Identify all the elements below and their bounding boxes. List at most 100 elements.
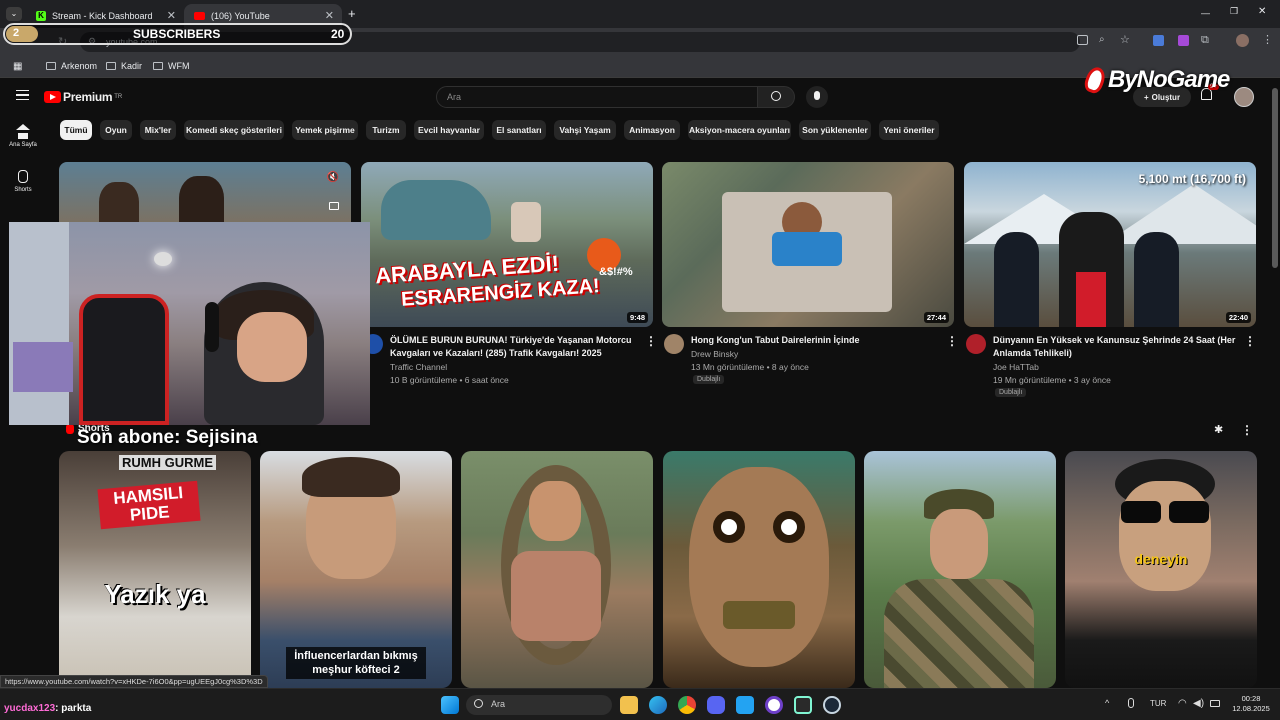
bookmark-label: WFM	[168, 61, 190, 71]
subscriber-goal-bar: 2 SUBSCRIBERS 20	[3, 23, 352, 45]
short-thumbnail[interactable]: deneyin	[1065, 451, 1257, 688]
video-meta: 13 Mn görüntüleme • 8 ay önce	[691, 362, 809, 372]
video-menu-icon[interactable]: ⋮	[1244, 334, 1256, 348]
channel-name[interactable]: Joe HaTTab	[993, 361, 1039, 374]
github-icon[interactable]	[765, 696, 783, 714]
video-meta: 10 B görüntüleme • 6 saat önce	[390, 375, 509, 385]
clock[interactable]: 00:28 12.08.2025	[1230, 694, 1272, 714]
filter-chip[interactable]: Oyun	[100, 120, 132, 140]
discord-icon[interactable]	[707, 696, 725, 714]
file-explorer-icon[interactable]	[620, 696, 638, 714]
filter-chip[interactable]: Aksiyon-macera oyunları	[688, 120, 791, 140]
browser-menu-icon[interactable]: ⋮	[1262, 33, 1273, 46]
profile-avatar[interactable]	[1236, 34, 1249, 47]
mute-icon[interactable]: 🔇	[327, 172, 339, 183]
bookmark-star-icon[interactable]: ☆	[1120, 33, 1130, 46]
vscode-icon[interactable]	[736, 696, 754, 714]
account-avatar[interactable]	[1234, 87, 1254, 107]
windows-start-icon[interactable]	[441, 696, 459, 714]
close-icon[interactable]: ✕	[325, 9, 334, 22]
short-banner: HAMSILI PIDE	[97, 480, 201, 530]
zoom-icon[interactable]: ⌕	[1099, 34, 1105, 45]
steam-icon[interactable]	[823, 696, 841, 714]
bookmark-kadir[interactable]: Kadir	[106, 61, 142, 71]
bookmark-arkenom[interactable]: Arkenom	[46, 61, 97, 71]
video-thumbnail[interactable]: 5,100 mt (16,700 ft) 22:40	[964, 162, 1256, 327]
filter-chip[interactable]: Son yüklenenler	[799, 120, 871, 140]
install-icon[interactable]	[1077, 35, 1088, 45]
search-input[interactable]: Ara	[436, 86, 758, 108]
translate-extension-icon[interactable]	[1153, 35, 1164, 46]
video-duration: 22:40	[1225, 312, 1251, 323]
window-close-icon[interactable]: ✕	[1258, 6, 1266, 17]
minimize-icon[interactable]: —	[1201, 8, 1210, 18]
channel-name[interactable]: Drew Binsky	[691, 348, 738, 361]
subscribers-label: SUBSCRIBERS	[133, 27, 221, 41]
filter-chip[interactable]: Turizm	[366, 120, 406, 140]
logo-region: TR	[114, 94, 123, 100]
keyboard-language[interactable]: TUR	[1150, 699, 1166, 708]
volume-icon[interactable]: ◀)	[1193, 698, 1204, 709]
short-thumbnail[interactable]	[864, 451, 1056, 688]
channel-name[interactable]: Traffic Channel	[390, 361, 447, 374]
channel-avatar[interactable]	[966, 334, 986, 354]
filter-chip[interactable]: Evcil hayvanlar	[414, 120, 484, 140]
chrome-icon[interactable]	[678, 696, 696, 714]
video-duration: 9:48	[626, 312, 648, 323]
puzzle-icon[interactable]: ⧉	[1201, 34, 1209, 47]
sidebar-label: Shorts	[14, 187, 32, 193]
filter-chip[interactable]: Vahşi Yaşam	[554, 120, 616, 140]
sidebar-item-shorts[interactable]: Shorts	[0, 170, 46, 193]
bookmark-wfm[interactable]: WFM	[153, 61, 190, 71]
clock-time: 00:28	[1241, 694, 1261, 703]
channel-avatar[interactable]	[664, 334, 684, 354]
short-thumbnail[interactable]: RUMH GURME HAMSILI PIDE Yazık ya	[59, 451, 251, 688]
page-scrollbar[interactable]	[1272, 88, 1278, 268]
battery-icon[interactable]	[1210, 700, 1220, 707]
voice-search-button[interactable]	[806, 86, 828, 108]
new-tab-button[interactable]: +	[348, 6, 356, 21]
filter-chip[interactable]: Mix'ler	[140, 120, 176, 140]
video-thumbnail[interactable]: 27:44	[662, 162, 954, 327]
short-caption: Yazık ya	[104, 579, 206, 609]
captions-icon[interactable]	[329, 202, 339, 210]
taskbar-search-label: Ara	[491, 699, 506, 709]
short-thumbnail[interactable]	[663, 451, 855, 688]
short-caption: İnfluencerlardan bıkmış meşhur köfteci 2	[286, 647, 426, 679]
filter-chip[interactable]: Yemek pişirme	[292, 120, 358, 140]
video-menu-icon[interactable]: ⋮	[946, 334, 958, 348]
video-title[interactable]: Dünyanın En Yüksek ve Kanunsuz Şehrinde …	[993, 334, 1243, 360]
home-icon	[16, 124, 30, 130]
wifi-icon[interactable]: ◠	[1178, 698, 1187, 709]
video-title[interactable]: ÖLÜMLE BURUN BURUNA! Türkiye'de Yaşanan …	[390, 334, 640, 360]
folder-icon	[153, 62, 163, 70]
flame-icon	[1082, 64, 1108, 96]
tab-list-button[interactable]: ⌄	[6, 7, 22, 21]
brand-text: ByNoGame	[1108, 66, 1230, 93]
sidebar-item-home[interactable]: Ana Sayfa	[0, 124, 46, 148]
filter-chip[interactable]: Animasyon	[624, 120, 680, 140]
youtube-logo[interactable]: Premium TR	[44, 90, 122, 104]
close-icon[interactable]: ✕	[167, 9, 176, 22]
hamburger-menu-icon[interactable]	[16, 90, 29, 100]
edge-icon[interactable]	[649, 696, 667, 714]
extension-icon[interactable]	[1178, 35, 1189, 46]
filter-chip[interactable]: El sanatları	[492, 120, 546, 140]
video-thumbnail[interactable]: ARABAYLA EZDİ! ESRARENGİZ KAZA! &$!#% 9:…	[361, 162, 653, 327]
shorts-settings-icon[interactable]: ✱	[1214, 423, 1223, 436]
streamlabs-icon[interactable]	[794, 696, 812, 714]
apps-grid-icon[interactable]: ▦	[13, 61, 22, 72]
filter-chip[interactable]: Tümü	[60, 120, 92, 140]
filter-chip[interactable]: Yeni öneriler	[879, 120, 939, 140]
filter-chip[interactable]: Komedi skeç gösterileri	[184, 120, 284, 140]
video-menu-icon[interactable]: ⋮	[645, 334, 657, 348]
microphone-icon[interactable]	[1128, 698, 1134, 708]
short-thumbnail[interactable]	[461, 451, 653, 688]
video-title[interactable]: Hong Kong'un Tabut Dairelerinin İçinde	[691, 334, 941, 347]
search-button[interactable]	[757, 86, 795, 108]
show-hidden-icons[interactable]: ^	[1105, 698, 1109, 708]
restore-icon[interactable]: ❐	[1230, 6, 1238, 17]
short-thumbnail[interactable]: İnfluencerlardan bıkmış meşhur köfteci 2	[260, 451, 452, 688]
shorts-menu-icon[interactable]: ⋮	[1241, 423, 1253, 437]
taskbar-search[interactable]: Ara	[466, 695, 612, 715]
